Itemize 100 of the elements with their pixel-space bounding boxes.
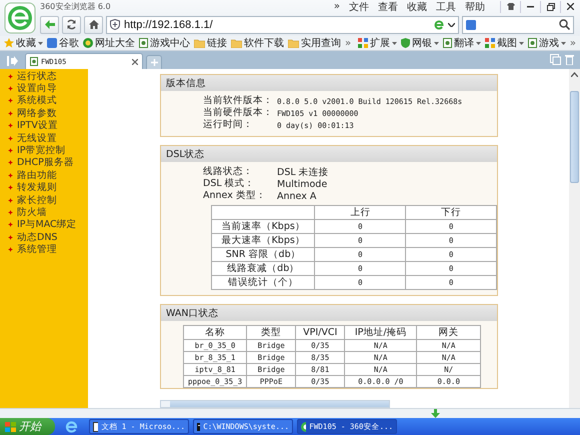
caret-icon — [38, 42, 43, 44]
bullet-icon — [8, 98, 13, 104]
row-label: 最大速率（Kbps） — [212, 234, 315, 248]
field-value: Multimode — [277, 178, 328, 190]
bookmark-item[interactable]: 网银 — [400, 36, 439, 50]
e-logo-icon — [434, 20, 444, 30]
bookmark-item[interactable]: 游戏中心 — [139, 36, 190, 50]
sidebar-item[interactable]: 系统模式 — [0, 94, 88, 108]
sidebar-item[interactable]: 无线设置 — [0, 132, 88, 144]
row-label: 当前速率（Kbps） — [212, 220, 315, 234]
row-label: SNR 容限（db） — [212, 248, 315, 262]
bookmark-item[interactable]: 截图 — [484, 36, 524, 50]
field-label: Annex 类型： — [203, 190, 267, 202]
home-button[interactable] — [84, 16, 103, 34]
document-icon — [93, 422, 98, 432]
scrollbar-thumb[interactable] — [570, 91, 579, 183]
bookmark-item[interactable]: 实用查询 — [288, 36, 341, 50]
column-header: 上行 — [314, 206, 406, 220]
download-arrow-icon[interactable] — [431, 409, 440, 418]
panel-title: DSL状态 — [161, 146, 497, 162]
bullet-icon — [8, 172, 13, 178]
caret-icon — [476, 42, 481, 44]
bookmark-item[interactable]: 翻译 — [442, 36, 481, 50]
sidebar-item[interactable]: 动态DNS — [0, 231, 88, 244]
field-value: Annex A — [277, 190, 316, 202]
sidebar-item[interactable]: 转发规则 — [0, 182, 88, 194]
minimize-icon — [527, 6, 534, 8]
shield-icon — [110, 19, 120, 30]
bookmark-item[interactable]: 游戏 — [528, 36, 566, 50]
caret-icon — [392, 42, 397, 44]
column-header: 网关 — [416, 326, 481, 340]
browser-icon — [301, 422, 306, 432]
menu-item[interactable]: 帮助 — [465, 0, 485, 14]
browser-e-icon[interactable] — [65, 420, 79, 432]
new-window-icon[interactable] — [550, 54, 561, 64]
more-tools-button[interactable]: » — [570, 38, 576, 48]
shield-icon — [400, 38, 410, 48]
bookmark-item[interactable]: 谷歌 — [47, 36, 79, 50]
column-header: VPI/VCI — [296, 326, 345, 340]
bullet-icon — [8, 198, 13, 203]
bookmark-item[interactable]: 网址大全 — [83, 36, 135, 50]
field-label: 当前软件版本： — [203, 95, 273, 107]
sidebar-item[interactable]: 路由功能 — [0, 169, 88, 182]
vertical-scrollbar[interactable] — [569, 69, 580, 408]
grid-icon — [358, 38, 368, 48]
refresh-icon — [66, 19, 77, 30]
sidebar-item[interactable]: 系统管理 — [0, 243, 88, 256]
refresh-button[interactable] — [62, 16, 81, 34]
sidebar-item[interactable]: 防火墙 — [0, 206, 88, 219]
menu-item[interactable]: 查看 — [378, 0, 398, 14]
search-engine-icon — [466, 20, 476, 30]
bullet-icon — [8, 123, 13, 128]
sidebar-item[interactable]: IP带宽控制 — [0, 144, 88, 157]
trash-icon[interactable] — [565, 54, 574, 64]
bullet-icon — [8, 185, 13, 190]
menu-item[interactable]: 收藏 — [407, 0, 427, 14]
horizontal-scrollbar[interactable] — [160, 400, 390, 408]
column-header: 名称 — [184, 326, 247, 340]
bookmark-item[interactable]: 收藏 — [4, 36, 43, 50]
shirt-icon — [506, 3, 514, 10]
field-label: DSL 模式： — [203, 178, 256, 190]
caret-icon — [518, 42, 524, 44]
folder-icon — [288, 38, 299, 48]
globe-icon — [83, 38, 93, 48]
bullet-icon — [8, 234, 13, 240]
new-tab-button[interactable] — [146, 55, 162, 69]
row-label: 错误统计（个） — [212, 276, 315, 290]
page-icon — [442, 38, 452, 48]
panel-title: 版本信息 — [161, 75, 497, 91]
sidebar-item[interactable]: 网络参数 — [0, 107, 88, 120]
sidebar-item[interactable]: IP与MAC绑定 — [0, 218, 88, 232]
close-icon[interactable] — [132, 58, 138, 64]
page-icon — [528, 38, 537, 48]
address-bar[interactable]: http://192.168.1.1/ — [106, 16, 459, 34]
sidebar-item[interactable]: DHCP服务器 — [0, 156, 88, 170]
menu-item[interactable]: 文件 — [349, 0, 369, 14]
plus-icon — [150, 59, 158, 66]
search-icon — [559, 19, 570, 30]
grid-icon — [484, 38, 495, 48]
scrollbar-thumb[interactable] — [170, 400, 389, 406]
scroll-up-icon[interactable] — [571, 72, 578, 77]
back-arrow-icon — [44, 20, 54, 29]
search-field[interactable] — [462, 16, 574, 34]
folder-icon — [194, 38, 205, 48]
sidebar-item[interactable]: 家长控制 — [0, 194, 88, 206]
bullet-icon — [8, 222, 13, 228]
menu-item[interactable]: 工具 — [436, 0, 456, 14]
sidebar-item[interactable]: IPTV设置 — [0, 120, 88, 132]
bookmark-item[interactable]: 扩展 — [358, 36, 397, 50]
bullet-icon — [8, 110, 13, 116]
bookmark-item[interactable]: 软件下载 — [231, 36, 284, 50]
sidebar-item[interactable]: 设置向导 — [0, 82, 88, 95]
start-button[interactable]: 开始 — [0, 418, 55, 435]
bullet-icon — [8, 148, 13, 154]
windows-logo-icon — [5, 422, 16, 432]
menu-item[interactable]: » — [334, 1, 340, 12]
bullet-icon — [8, 86, 13, 92]
bookmark-item[interactable]: 链接 — [194, 36, 227, 50]
more-bookmarks-button[interactable]: » — [345, 38, 352, 48]
sidebar-item[interactable]: 运行状态 — [0, 70, 88, 82]
